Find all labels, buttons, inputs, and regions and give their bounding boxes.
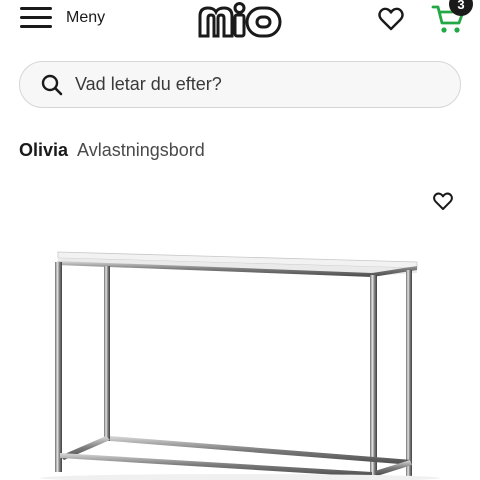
product-image[interactable] [0,230,480,480]
product-type: Avlastningsbord [77,140,205,160]
search-bar[interactable] [19,61,461,108]
product-brand: Olivia [19,140,69,160]
wishlist-heart-icon[interactable] [432,190,454,212]
product-title: Olivia Avlastningsbord [19,140,205,161]
menu-button[interactable]: Meny [20,6,105,30]
search-icon [41,74,63,95]
hamburger-icon [20,6,52,30]
heart-icon[interactable] [377,5,405,33]
header: Meny 3 [0,0,480,40]
mio-logo[interactable] [197,0,283,40]
menu-label: Meny [66,9,106,26]
search-input[interactable] [75,74,435,95]
